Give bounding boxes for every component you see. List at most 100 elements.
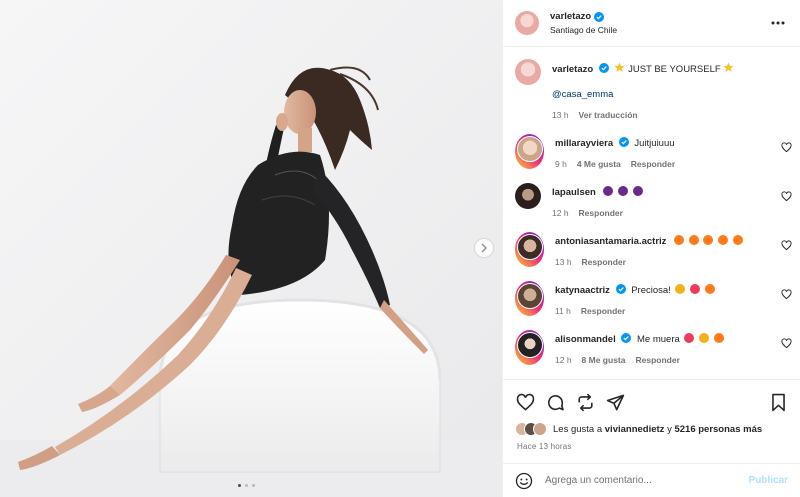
heart-icon [516, 393, 534, 411]
comment-button[interactable] [545, 392, 565, 412]
fire-emoji-icon [732, 235, 743, 245]
liked-by-user[interactable]: viviannedietz [605, 424, 665, 435]
commenter-avatar[interactable] [516, 331, 543, 358]
send-icon [606, 394, 624, 410]
commenter-avatar[interactable] [516, 135, 543, 162]
comment-line: antoniasantamaria.actriz [555, 235, 743, 248]
carousel-dot [252, 484, 255, 487]
emoji-button[interactable] [515, 472, 533, 490]
likes-prefix: Les gusta a [553, 423, 603, 435]
heart-emoji-icon [684, 333, 695, 343]
comment-username[interactable]: katynaactriz [555, 285, 610, 296]
reply-button[interactable]: Responder [635, 355, 679, 365]
carousel-next-button[interactable] [474, 238, 494, 258]
comment-text: Preciosa! [631, 285, 671, 296]
reply-button[interactable]: Responder [631, 159, 675, 169]
comment-composer: Publicar [503, 463, 800, 497]
bookmark-icon [771, 393, 785, 411]
comment-username[interactable]: millarayviera [555, 138, 613, 149]
comment-like-count[interactable]: 8 Me gusta [582, 355, 626, 365]
comment-meta: 12 h 8 Me gusta Responder [555, 355, 724, 365]
post-photo[interactable] [0, 0, 502, 497]
caption-mention[interactable]: @casa_emma [552, 89, 734, 101]
repost-button[interactable] [575, 392, 595, 412]
liker-avatar[interactable] [533, 422, 547, 436]
author-username[interactable]: varletazo [550, 11, 591, 22]
caption: varletazo JUST BE YOURSELF @casa_emma 13… [515, 59, 800, 120]
comment-meta: 11 h Responder [555, 306, 715, 316]
carousel-dot-active [238, 484, 241, 487]
comment-time[interactable]: 12 h [555, 355, 572, 365]
publish-button[interactable]: Publicar [749, 475, 788, 486]
reply-button[interactable]: Responder [579, 208, 623, 218]
heart-eyes-emoji-icon [699, 333, 710, 343]
comments-list[interactable]: varletazo JUST BE YOURSELF @casa_emma 13… [503, 47, 800, 379]
caption-meta: 13 h Ver traducción [552, 110, 734, 120]
chevron-right-icon [481, 243, 487, 253]
comment-item: katynaactriz Preciosa! 11 h Responder [515, 281, 800, 316]
fire-emoji-icon [688, 235, 699, 245]
instagram-post-view: varletazo Santiago de Chile varletazo JU… [0, 0, 800, 497]
comment-line: millarayviera Juitjuiuuu [555, 137, 675, 150]
comment-like-count[interactable]: 4 Me gusta [577, 159, 621, 169]
comment-line: alisonmandel Me muera [555, 333, 724, 346]
verified-icon [594, 11, 605, 22]
comment-text: Juitjuiuuu [634, 138, 675, 149]
likes-count[interactable]: 5216 personas más [674, 424, 762, 435]
likes-joiner: y [667, 423, 672, 435]
carousel-dot [245, 484, 248, 487]
carousel-dots [238, 484, 255, 487]
comment-time[interactable]: 9 h [555, 159, 567, 169]
comment-username[interactable]: alisonmandel [555, 334, 616, 345]
commenter-avatar[interactable] [516, 282, 543, 309]
star-emoji-icon [723, 62, 734, 72]
author-avatar[interactable] [515, 59, 541, 85]
commenter-avatar[interactable] [515, 183, 541, 209]
heart-icon[interactable] [781, 289, 792, 300]
star-emoji-icon [615, 62, 625, 72]
verified-icon [621, 333, 632, 343]
eggplant-emoji-icon [603, 186, 614, 196]
heart-icon[interactable] [781, 191, 792, 202]
eggplant-emoji-icon [632, 186, 643, 196]
more-options-button[interactable] [770, 16, 786, 30]
comment-input[interactable] [545, 475, 749, 486]
liker-avatars [515, 422, 547, 436]
comment-item: millarayviera Juitjuiuuu 9 h 4 Me gusta … [515, 134, 800, 169]
post-header: varletazo Santiago de Chile [503, 0, 800, 47]
commenter-avatar[interactable] [516, 233, 543, 260]
caption-time[interactable]: 13 h [552, 110, 569, 120]
save-button[interactable] [768, 392, 788, 412]
verified-icon [618, 137, 629, 147]
post-location[interactable]: Santiago de Chile [550, 25, 617, 35]
comment-time[interactable]: 12 h [552, 208, 569, 218]
post-side-panel: varletazo Santiago de Chile varletazo JU… [502, 0, 800, 497]
heart-icon[interactable] [781, 142, 792, 153]
heart-icon[interactable] [781, 240, 792, 251]
comment-time[interactable]: 11 h [555, 306, 571, 316]
story-ring[interactable] [515, 330, 544, 365]
reply-button[interactable]: Responder [582, 257, 626, 267]
more-options-icon [771, 21, 785, 25]
comment-username[interactable]: antoniasantamaria.actriz [555, 236, 666, 247]
comment-item: lapaulsen 12 h Responder [515, 183, 800, 218]
story-ring[interactable] [515, 281, 544, 316]
translate-link[interactable]: Ver traducción [579, 110, 638, 120]
comment-icon [547, 394, 564, 410]
post-time[interactable]: Hace 13 horas [517, 442, 572, 451]
story-ring[interactable] [515, 232, 544, 267]
heart-icon[interactable] [781, 338, 792, 349]
comment-time[interactable]: 13 h [555, 257, 572, 267]
story-ring[interactable] [515, 134, 544, 169]
comment-username[interactable]: lapaulsen [552, 187, 596, 198]
caption-text: JUST BE YOURSELF [628, 64, 721, 75]
share-icon [577, 393, 593, 411]
send-button[interactable] [605, 392, 625, 412]
caption-username[interactable]: varletazo [552, 64, 593, 75]
like-button[interactable] [515, 392, 535, 412]
comment-line: katynaactriz Preciosa! [555, 284, 715, 297]
author-avatar[interactable] [515, 11, 539, 35]
heart-eyes-emoji-icon [675, 284, 686, 294]
comment-meta: 9 h 4 Me gusta Responder [555, 159, 675, 169]
reply-button[interactable]: Responder [581, 306, 625, 316]
